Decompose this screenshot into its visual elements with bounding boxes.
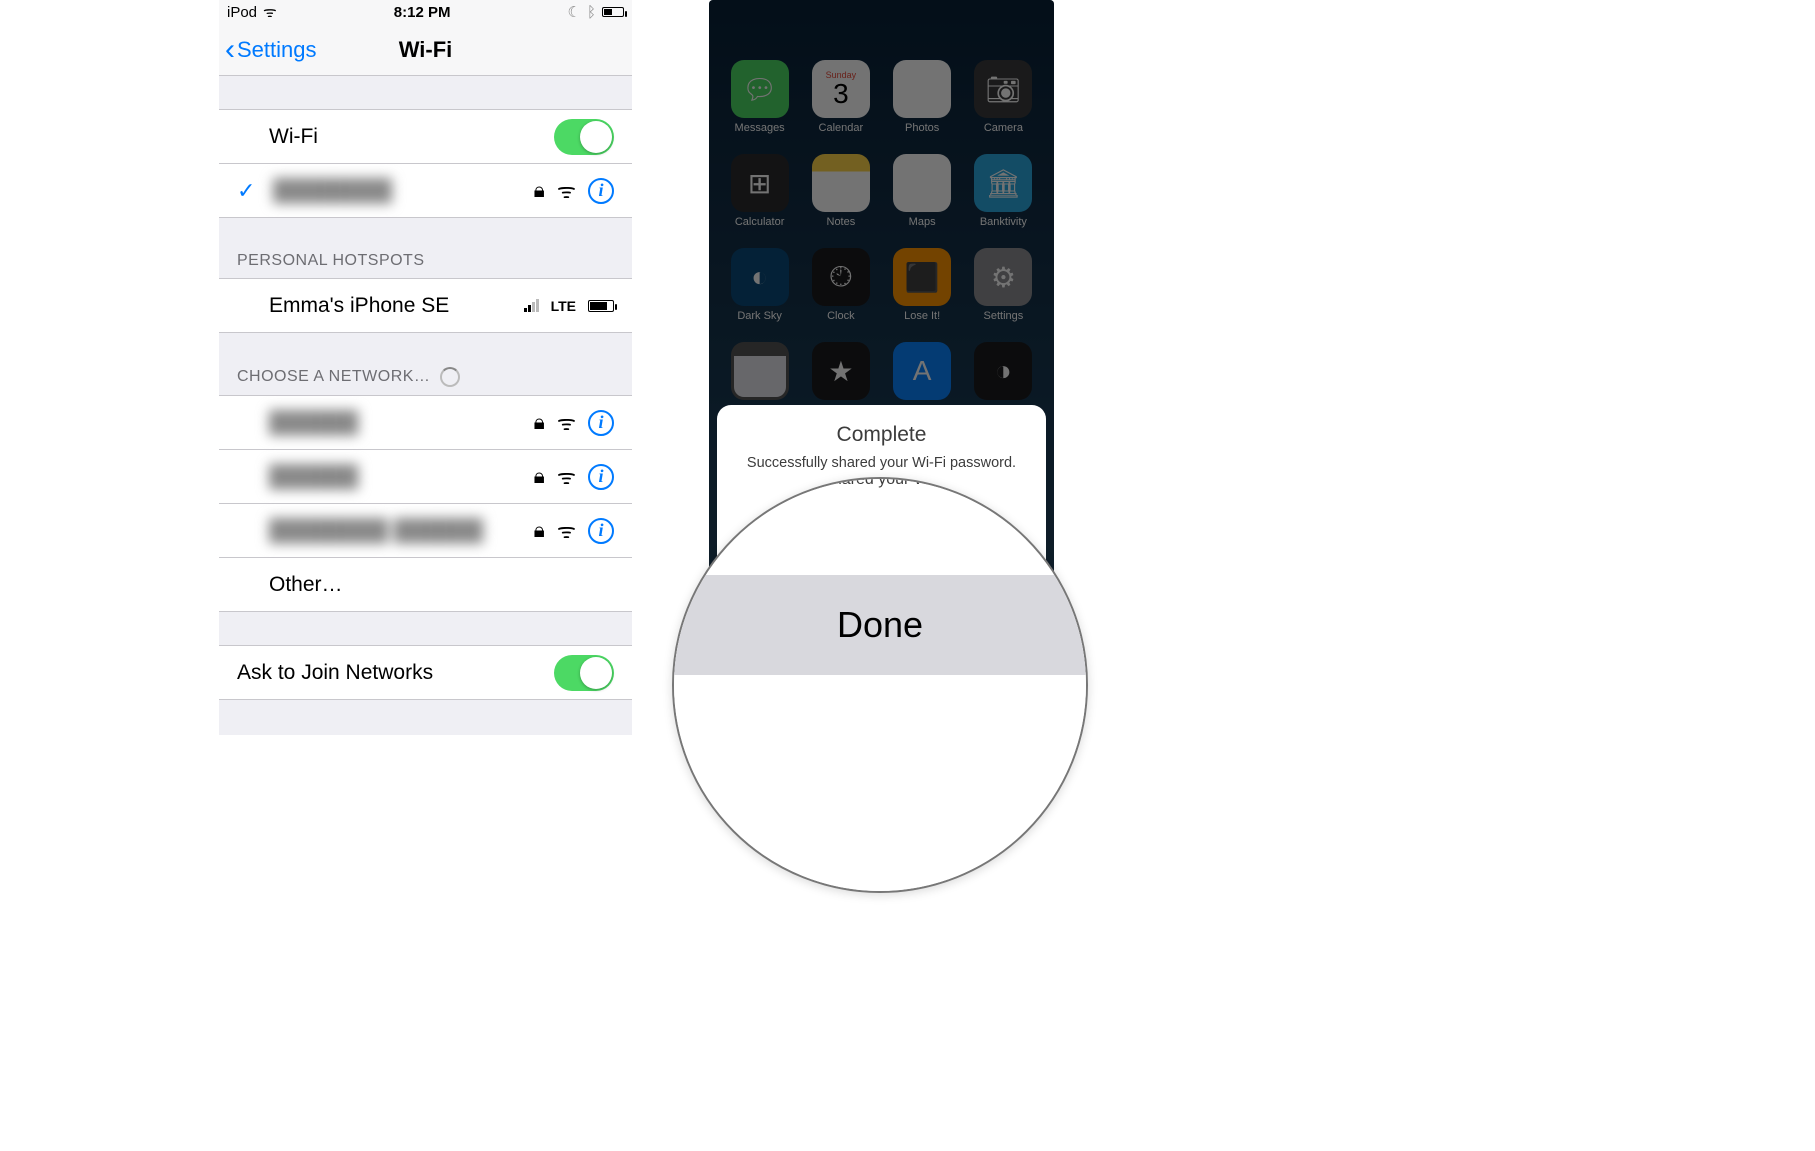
section-gap bbox=[219, 612, 632, 646]
back-label: Settings bbox=[237, 37, 317, 63]
loading-spinner-icon bbox=[440, 367, 460, 387]
hotspot-name: Emma's iPhone SE bbox=[269, 294, 524, 318]
app-messages[interactable]: 💬︎Messages bbox=[724, 60, 796, 134]
lock-icon: 🔒︎ bbox=[534, 465, 545, 489]
status-time: 8:12 PM bbox=[394, 4, 451, 21]
app-notes[interactable]: Notes bbox=[805, 154, 877, 228]
app-darksky[interactable]: ◐Dark Sky bbox=[724, 248, 796, 322]
app-loseit[interactable]: ⬛Lose It! bbox=[886, 248, 958, 322]
lock-icon: 🔒︎ bbox=[534, 519, 545, 543]
magnifier-circle: Complete Successfully shared your Wi-Fi … bbox=[672, 477, 1088, 893]
network-row[interactable]: ████████ ██████ 🔒︎ ᯤ i bbox=[219, 504, 632, 558]
wifi-toggle-label: Wi-Fi bbox=[269, 125, 554, 149]
nav-title: Wi-Fi bbox=[399, 37, 453, 63]
bluetooth-icon: ᛒ bbox=[587, 4, 596, 21]
network-row[interactable]: ██████ 🔒︎ ᯤ i bbox=[219, 450, 632, 504]
magnified-subtitle: Successfully shared your Wi-Fi password. bbox=[672, 477, 1088, 489]
settings-wifi-screen: iPod ᯤ 8:12 PM ☾ ᛒ ‹ Settings Wi-Fi Wi-F… bbox=[219, 0, 632, 735]
lock-icon: 🔒︎ bbox=[534, 179, 545, 203]
wifi-signal-icon: ᯤ bbox=[557, 517, 576, 545]
network-row[interactable]: ██████ 🔒︎ ᯤ i bbox=[219, 396, 632, 450]
info-icon[interactable]: i bbox=[588, 464, 614, 490]
app-calculator[interactable]: ⊞Calculator bbox=[724, 154, 796, 228]
app-camera[interactable]: 📷︎Camera bbox=[967, 60, 1039, 134]
app-photos[interactable]: ❋Photos bbox=[886, 60, 958, 134]
connected-network-row[interactable]: ✓ ████████ 🔒︎ ᯤ i bbox=[219, 164, 632, 218]
wifi-signal-icon: ᯤ bbox=[557, 177, 576, 205]
hotspot-lte-label: LTE bbox=[551, 298, 576, 314]
info-icon[interactable]: i bbox=[588, 518, 614, 544]
wifi-switch[interactable] bbox=[554, 119, 614, 155]
wifi-signal-icon: ᯤ bbox=[557, 463, 576, 491]
info-icon[interactable]: i bbox=[588, 178, 614, 204]
app-calendar[interactable]: Sunday3Calendar bbox=[805, 60, 877, 134]
wifi-icon: ᯤ bbox=[263, 2, 277, 22]
network-name: ██████ bbox=[269, 411, 534, 435]
lock-icon: 🔒︎ bbox=[534, 411, 545, 435]
back-button[interactable]: ‹ Settings bbox=[219, 35, 317, 65]
share-title: Complete bbox=[837, 423, 927, 447]
ask-to-join-switch[interactable] bbox=[554, 655, 614, 691]
share-subtitle: Successfully shared your Wi-Fi password. bbox=[747, 455, 1016, 471]
ask-to-join-label: Ask to Join Networks bbox=[237, 661, 554, 685]
network-name: ██████ bbox=[269, 465, 534, 489]
magnified-done-button[interactable]: Done bbox=[672, 575, 1088, 675]
chevron-left-icon: ‹ bbox=[225, 35, 235, 65]
connected-network-name: ████████ bbox=[273, 179, 534, 203]
ask-to-join-row: Ask to Join Networks bbox=[219, 646, 632, 700]
wifi-toggle-row: Wi-Fi bbox=[219, 110, 632, 164]
nav-bar: ‹ Settings Wi-Fi bbox=[219, 24, 632, 76]
section-gap bbox=[219, 76, 632, 110]
other-label: Other… bbox=[269, 573, 614, 597]
device-name: iPod bbox=[227, 4, 257, 21]
cell-signal-icon bbox=[524, 300, 539, 312]
checkmark-icon: ✓ bbox=[237, 178, 259, 204]
battery-icon bbox=[602, 7, 624, 17]
app-maps[interactable]: ➶Maps bbox=[886, 154, 958, 228]
info-icon[interactable]: i bbox=[588, 410, 614, 436]
status-bar: iPod ᯤ 8:12 PM ☾ ᛒ bbox=[219, 0, 632, 24]
hotspot-battery-icon bbox=[588, 300, 614, 312]
other-network-row[interactable]: Other… bbox=[219, 558, 632, 612]
section-choose-network: CHOOSE A NETWORK… bbox=[219, 333, 632, 396]
home-grid: 💬︎Messages Sunday3Calendar ❋Photos 📷︎Cam… bbox=[709, 0, 1054, 416]
app-banktivity[interactable]: 🏛︎Banktivity bbox=[967, 154, 1039, 228]
section-personal-hotspots: PERSONAL HOTSPOTS bbox=[219, 218, 632, 279]
hotspot-row[interactable]: Emma's iPhone SE LTE bbox=[219, 279, 632, 333]
wifi-signal-icon: ᯤ bbox=[557, 409, 576, 437]
network-name: ████████ ██████ bbox=[269, 519, 534, 543]
app-clock[interactable]: 🕙︎Clock bbox=[805, 248, 877, 322]
app-settings[interactable]: ⚙︎Settings bbox=[967, 248, 1039, 322]
dnd-moon-icon: ☾ bbox=[568, 3, 581, 21]
